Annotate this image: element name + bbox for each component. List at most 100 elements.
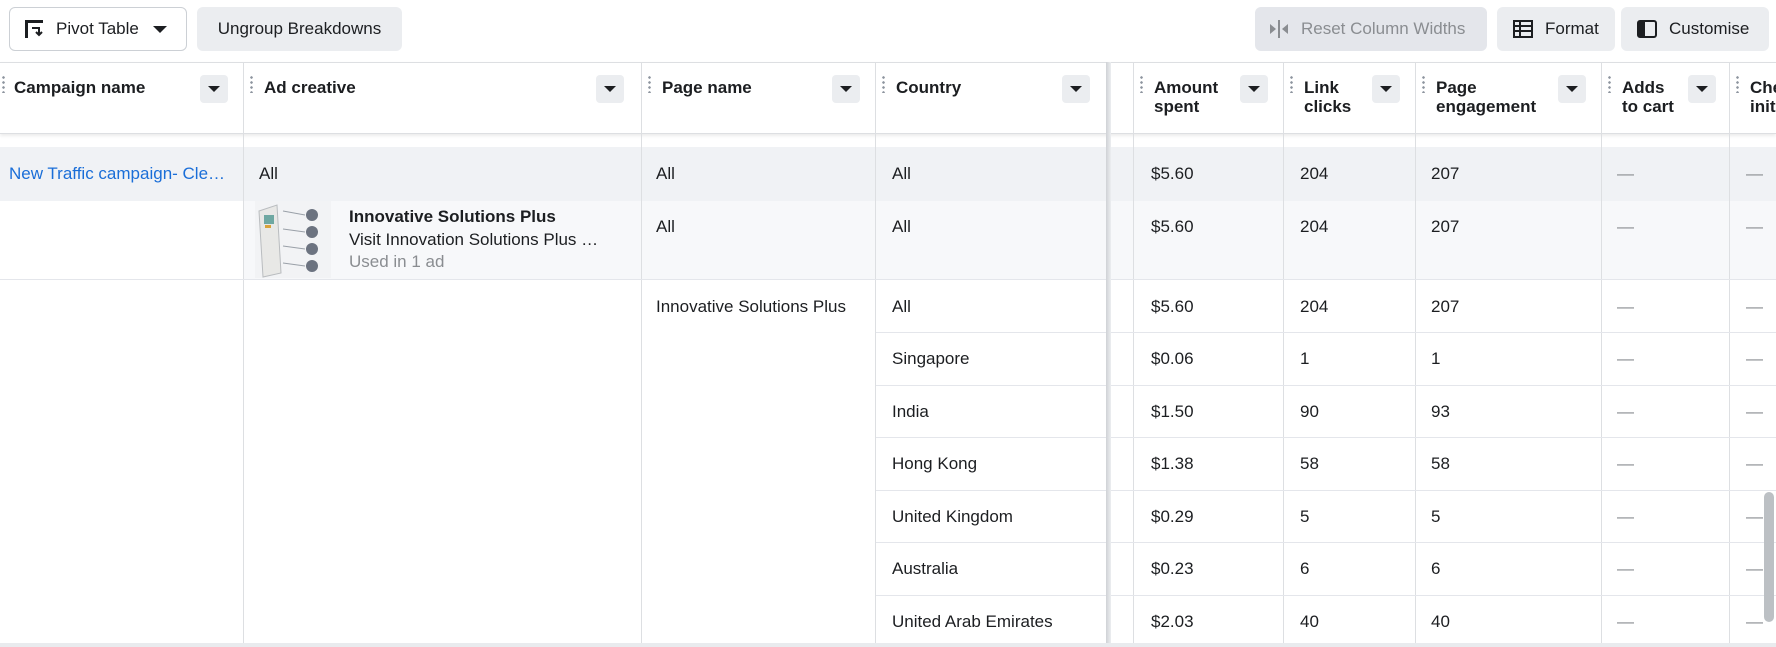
reset-column-widths-button[interactable]: Reset Column Widths <box>1255 7 1487 51</box>
column-divider <box>1729 132 1730 647</box>
adds-to-cart-cell: — <box>1617 454 1634 473</box>
drag-handle-icon[interactable] <box>1736 75 1739 93</box>
checkouts-cell: — <box>1746 559 1763 578</box>
column-header-country[interactable]: Country <box>876 63 1108 133</box>
frozen-columns-divider[interactable] <box>1106 62 1111 647</box>
page-engagement-cell: 1 <box>1431 349 1441 368</box>
checkouts-cell: — <box>1746 507 1763 526</box>
row-divider <box>876 542 1776 543</box>
column-label-line-1: Che <box>1750 78 1776 97</box>
pivot-table-button[interactable]: Pivot Table <box>9 7 187 51</box>
column-header-page-engagement[interactable]: Page engagement <box>1416 63 1602 133</box>
drag-handle-icon[interactable] <box>1608 75 1611 93</box>
horizontal-scrollbar-track[interactable] <box>0 643 1776 647</box>
country-cell: United Kingdom <box>892 507 1013 526</box>
format-label: Format <box>1545 19 1599 38</box>
row-divider <box>876 595 1776 596</box>
column-header-page-name[interactable]: Page name <box>642 63 876 133</box>
ad-creative-cell: All <box>259 164 278 183</box>
page-engagement-cell: 207 <box>1431 297 1460 316</box>
column-label: Ad creative <box>264 78 356 97</box>
country-cell: Hong Kong <box>892 454 978 473</box>
page-engagement-cell: 5 <box>1431 507 1441 526</box>
adds-to-cart-cell: — <box>1617 612 1634 631</box>
toolbar: Pivot Table Ungroup Breakdowns Reset Col… <box>0 0 1776 62</box>
sort-dropdown-button[interactable] <box>1062 75 1090 103</box>
drag-handle-icon[interactable] <box>648 75 651 93</box>
column-header-adds-to-cart[interactable]: Adds to cart <box>1602 63 1730 133</box>
creative-title[interactable]: Innovative Solutions Plus <box>349 207 609 227</box>
sort-dropdown-button[interactable] <box>1240 75 1268 103</box>
vertical-scrollbar[interactable] <box>1764 492 1774 622</box>
checkouts-cell: — <box>1746 454 1763 473</box>
sort-dropdown-button[interactable] <box>1688 75 1716 103</box>
page-name-cell: All <box>656 217 675 236</box>
link-clicks-cell: 40 <box>1300 612 1319 631</box>
column-label: Campaign name <box>14 78 146 97</box>
creative-usage-count: Used in 1 ad <box>349 252 445 271</box>
page-engagement-cell: 40 <box>1431 612 1450 631</box>
drag-handle-icon[interactable] <box>250 75 253 93</box>
sort-dropdown-button[interactable] <box>200 75 228 103</box>
column-header-amount-spent[interactable]: Amount spent <box>1134 63 1284 133</box>
link-clicks-cell: 90 <box>1300 402 1319 421</box>
link-clicks-cell: 204 <box>1300 297 1329 316</box>
campaign-name-link[interactable]: New Traffic campaign- Cle… <box>9 164 237 184</box>
format-button[interactable]: Format <box>1497 7 1615 51</box>
chevron-down-icon <box>152 25 167 33</box>
amount-spent-cell: $2.03 <box>1151 612 1194 631</box>
column-header-link-clicks[interactable]: Link clicks <box>1284 63 1416 133</box>
row-divider <box>0 279 1776 280</box>
checkouts-cell: — <box>1746 217 1763 236</box>
ad-creative-thumbnail[interactable] <box>255 201 331 278</box>
country-cell: Australia <box>892 559 959 578</box>
checkouts-cell: — <box>1746 164 1763 183</box>
column-header-row: Campaign name Ad creative Page name Coun… <box>0 62 1776 134</box>
page-engagement-cell: 6 <box>1431 559 1441 578</box>
column-header-ad-creative[interactable]: Ad creative <box>244 63 642 133</box>
amount-spent-cell: $5.60 <box>1151 164 1194 183</box>
sort-dropdown-button[interactable] <box>1558 75 1586 103</box>
row-divider <box>876 437 1776 438</box>
adds-to-cart-cell: — <box>1617 402 1634 421</box>
reset-column-widths-label: Reset Column Widths <box>1301 19 1466 38</box>
checkouts-cell: — <box>1746 402 1763 421</box>
link-clicks-cell: 1 <box>1300 349 1310 368</box>
customise-button[interactable]: Customise <box>1621 7 1769 51</box>
row-divider <box>876 332 1776 333</box>
page-name-cell: Innovative Solutions Plus <box>656 297 846 316</box>
amount-spent-cell: $0.23 <box>1151 559 1194 578</box>
sort-dropdown-button[interactable] <box>1372 75 1400 103</box>
sort-dropdown-button[interactable] <box>832 75 860 103</box>
column-divider <box>243 132 244 647</box>
column-header-campaign-name[interactable]: Campaign name <box>0 63 244 133</box>
column-divider <box>1133 132 1134 647</box>
column-width-icon <box>1267 17 1291 41</box>
adds-to-cart-cell: — <box>1617 297 1634 316</box>
column-header-checkouts-initiated[interactable]: Che init <box>1730 63 1776 133</box>
country-cell: India <box>892 402 929 421</box>
amount-spent-cell: $5.60 <box>1151 217 1194 236</box>
creative-subtitle: Visit Innovation Solutions Plus … <box>349 230 599 249</box>
column-label: Page name <box>662 78 752 97</box>
drag-handle-icon[interactable] <box>1422 75 1425 93</box>
drag-handle-icon[interactable] <box>1290 75 1293 93</box>
country-cell: All <box>892 217 911 236</box>
pivot-table-label: Pivot Table <box>56 19 139 38</box>
drag-handle-icon[interactable] <box>1140 75 1143 93</box>
page-engagement-cell: 207 <box>1431 217 1460 236</box>
country-cell: All <box>892 297 911 316</box>
country-cell: United Arab Emirates <box>892 612 1053 631</box>
adds-to-cart-cell: — <box>1617 217 1634 236</box>
amount-spent-cell: $5.60 <box>1151 297 1194 316</box>
table-format-icon <box>1511 17 1535 41</box>
row-divider <box>876 385 1776 386</box>
country-cell: All <box>892 164 911 183</box>
ungroup-breakdowns-button[interactable]: Ungroup Breakdowns <box>197 7 402 51</box>
hidden-column-edge <box>1111 63 1134 133</box>
drag-handle-icon[interactable] <box>2 75 5 93</box>
column-divider <box>1601 132 1602 647</box>
sort-dropdown-button[interactable] <box>596 75 624 103</box>
column-divider <box>1283 132 1284 647</box>
drag-handle-icon[interactable] <box>882 75 885 93</box>
